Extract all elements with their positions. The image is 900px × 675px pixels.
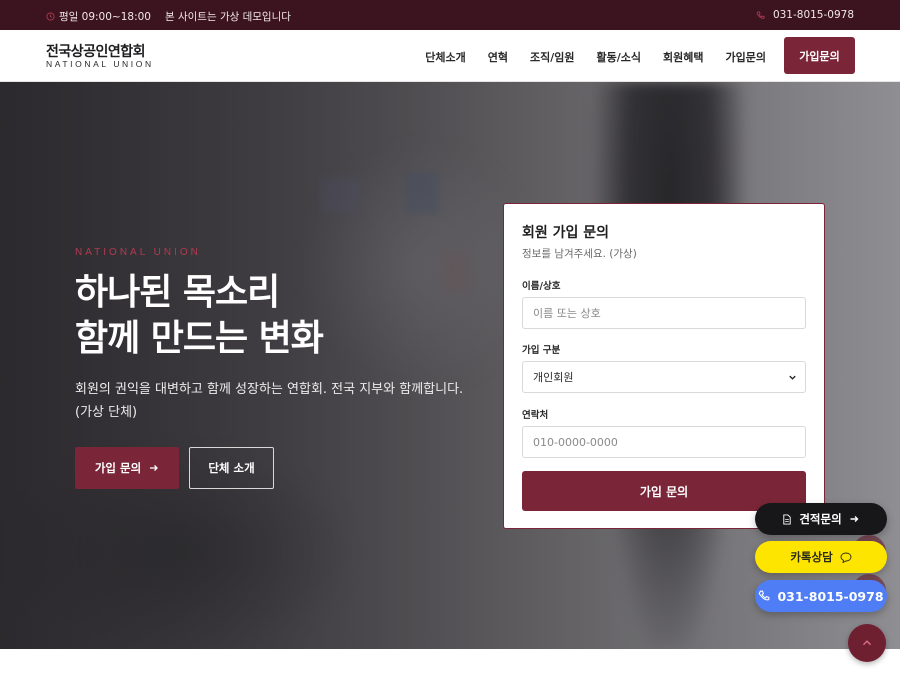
membership-type-value: 개인회원 (533, 371, 574, 384)
form-title: 회원 가입 문의 (522, 225, 610, 241)
hours-text: 평일 09:00~18:00 (59, 11, 151, 23)
nav-item-benefits[interactable]: 회원혜택 (663, 49, 703, 65)
phone-icon (759, 590, 770, 601)
floating-kakao-label: 카톡상담 (790, 550, 833, 564)
topbar-phone[interactable]: 031-8015-0978 (756, 9, 854, 21)
name-label: 이름/상호 (522, 281, 561, 292)
arrow-right-icon (850, 516, 859, 522)
top-bar: 평일 09:00~18:00 본 사이트는 가상 데모입니다 031-8015-… (0, 0, 900, 30)
headline-line-1: 하나된 목소리 (75, 272, 280, 313)
nav-item-organization[interactable]: 조직/임원 (530, 49, 575, 65)
topbar-phone-text: 031-8015-0978 (772, 9, 854, 21)
nav-item-inquiry[interactable]: 가입문의 (726, 49, 766, 65)
membership-inquiry-form: 회원 가입 문의 정보를 남겨주세요. (가상) 이름/상호 이름 또는 상호 … (503, 203, 825, 529)
chat-bubble-icon (840, 552, 852, 563)
chevron-up-icon (862, 640, 872, 646)
chevron-down-icon (789, 375, 796, 380)
floating-kakao-button[interactable]: 카톡상담 (755, 541, 887, 573)
floating-quote-label: 견적문의 (799, 512, 842, 526)
floating-quote-button[interactable]: 견적문의 (755, 503, 887, 535)
floating-call-button[interactable]: 031-8015-0978 (755, 580, 887, 612)
clock-icon (46, 12, 55, 21)
hero-headline: 하나된 목소리 함께 만드는 변화 (75, 270, 324, 362)
hero-about-button[interactable]: 단체 소개 (189, 447, 274, 489)
hero-join-label: 가입 문의 (94, 461, 142, 475)
logo-subtitle: NATIONAL UNION (46, 59, 154, 69)
main-header: 전국상공인연합회 NATIONAL UNION 단체소개 연혁 조직/임원 활동… (0, 30, 900, 82)
business-hours: 평일 09:00~18:00 (46, 9, 151, 24)
back-to-top-button[interactable] (848, 624, 886, 662)
nav-item-news[interactable]: 활동/소식 (597, 49, 642, 65)
name-input[interactable]: 이름 또는 상호 (522, 297, 806, 329)
join-inquiry-button[interactable]: 가입문의 (784, 37, 855, 74)
main-nav: 단체소개 연혁 조직/임원 활동/소식 회원혜택 가입문의 (425, 49, 766, 65)
headline-line-2: 함께 만드는 변화 (75, 318, 324, 359)
hero-eyebrow: NATIONAL UNION (75, 247, 201, 258)
contact-label: 연락처 (522, 410, 549, 421)
demo-notice: 본 사이트는 가상 데모입니다 (164, 11, 291, 23)
phone-icon (756, 10, 765, 19)
floating-call-label: 031-8015-0978 (777, 588, 884, 604)
form-description: 정보를 남겨주세요. (가상) (522, 248, 637, 260)
hero-subtext: 회원의 권익을 대변하고 함께 성장하는 연합회. 전국 지부와 함께합니다. … (75, 382, 464, 420)
document-icon (783, 513, 791, 525)
arrow-right-icon (150, 465, 159, 471)
contact-input[interactable]: 010-0000-0000 (522, 426, 806, 458)
membership-type-label: 가입 구분 (522, 345, 561, 356)
hero-join-button[interactable]: 가입 문의 (75, 447, 179, 489)
nav-item-about[interactable]: 단체소개 (425, 49, 465, 65)
membership-type-select[interactable]: 개인회원 (522, 361, 806, 393)
logo-title[interactable]: 전국상공인연합회 (46, 41, 146, 61)
nav-item-history[interactable]: 연혁 (488, 49, 508, 65)
